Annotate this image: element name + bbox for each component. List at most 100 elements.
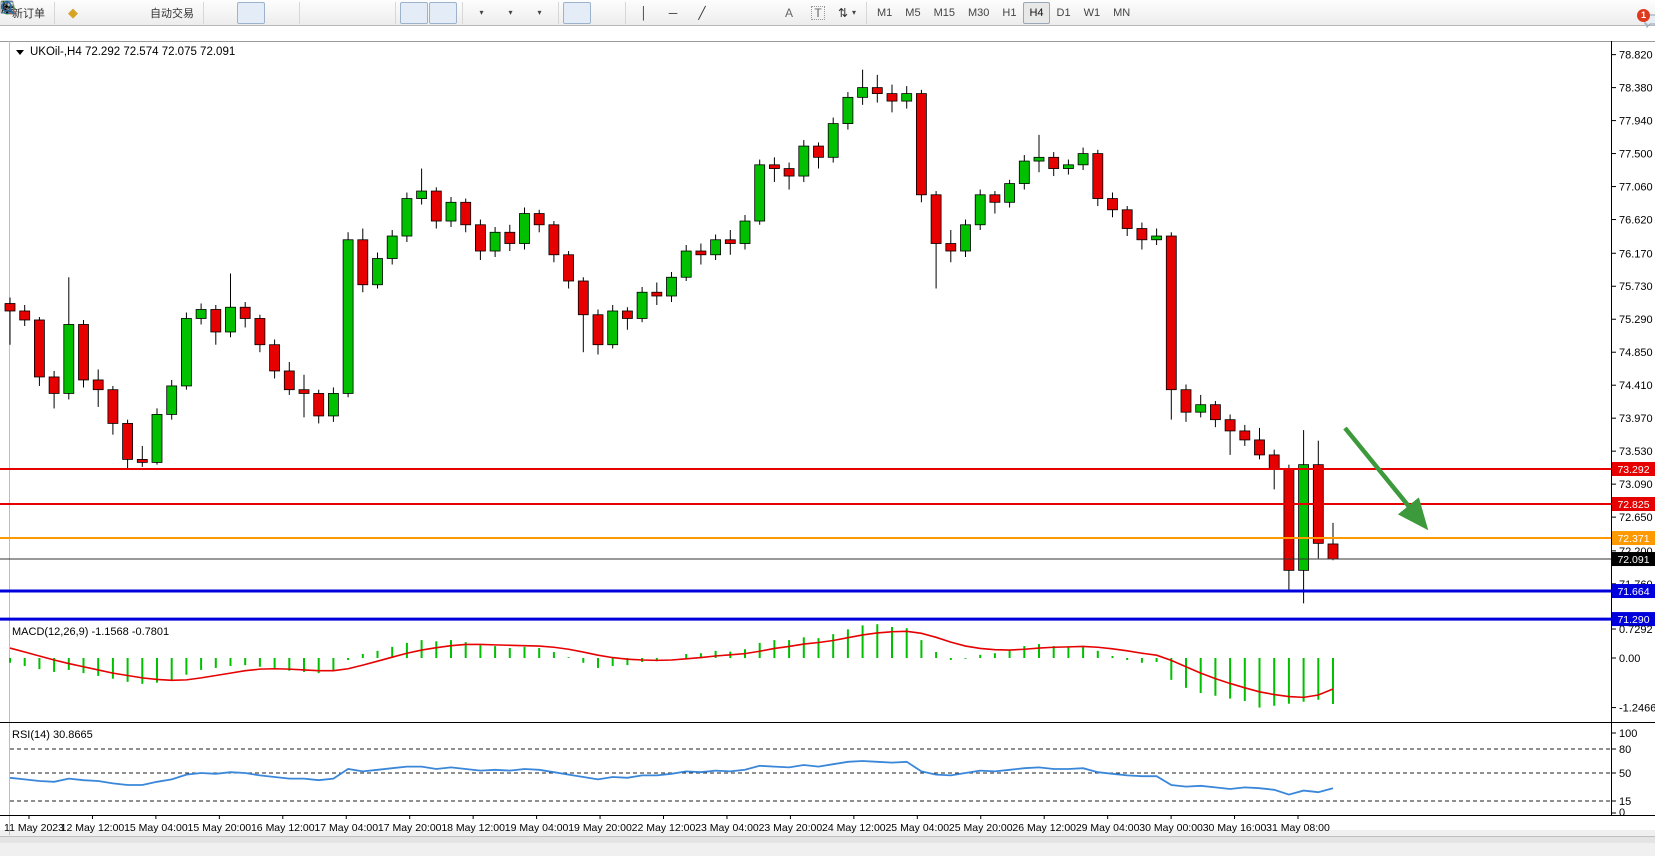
date-tick-label: 22 May 12:00 xyxy=(632,822,696,834)
periods-button[interactable]: ▾ xyxy=(496,2,524,24)
candle xyxy=(814,146,824,157)
price-tick-label: 75.290 xyxy=(1619,314,1653,326)
timeframe-m15[interactable]: M15 xyxy=(928,2,961,24)
candle xyxy=(1122,210,1132,229)
profile-button[interactable] xyxy=(88,2,116,24)
market-watch-button[interactable]: ◆ xyxy=(59,2,87,24)
candle xyxy=(946,244,956,251)
candle xyxy=(431,191,441,221)
candle xyxy=(475,225,485,251)
candle xyxy=(152,414,162,462)
fibonacci-button[interactable]: F xyxy=(746,2,774,24)
timeframe-h1[interactable]: H1 xyxy=(996,2,1022,24)
timeframe-mn[interactable]: MN xyxy=(1107,2,1136,24)
timeframe-d1[interactable]: D1 xyxy=(1051,2,1077,24)
timeframe-m1[interactable]: M1 xyxy=(871,2,898,24)
candlestick-chart-button[interactable] xyxy=(237,2,265,24)
candle xyxy=(314,393,324,415)
price-chart-canvas[interactable]: 78.82078.38077.94077.50077.06076.62076.1… xyxy=(0,26,1655,856)
crosshair-button[interactable] xyxy=(592,2,620,24)
candle xyxy=(211,309,221,331)
channel-button[interactable]: E xyxy=(717,2,745,24)
candle xyxy=(961,225,971,251)
candle xyxy=(740,221,750,243)
trendline-button[interactable]: ╱ xyxy=(688,2,716,24)
timeframe-m5[interactable]: M5 xyxy=(899,2,926,24)
autotrading-button[interactable]: 自动交易 xyxy=(146,2,198,24)
chart-title: UKOil-,H4 72.292 72.574 72.075 72.091 xyxy=(30,46,235,58)
zoom-out-button[interactable] xyxy=(333,2,361,24)
date-tick-label: 16 May 12:00 xyxy=(251,822,315,834)
vertical-line-button[interactable]: │ xyxy=(630,2,658,24)
candle xyxy=(226,307,236,332)
tile-windows-button[interactable] xyxy=(362,2,390,24)
bar-chart-button[interactable] xyxy=(208,2,236,24)
candle xyxy=(887,94,897,101)
date-tick-label: 17 May 20:00 xyxy=(378,822,442,834)
timeframe-w1[interactable]: W1 xyxy=(1078,2,1107,24)
date-tick-label: 30 May 16:00 xyxy=(1203,822,1267,834)
candle xyxy=(123,423,133,459)
date-tick-label: 30 May 00:00 xyxy=(1139,822,1203,834)
candle xyxy=(549,225,559,255)
date-tick-label: 24 May 12:00 xyxy=(822,822,886,834)
label-button[interactable]: T xyxy=(804,2,832,24)
candle xyxy=(902,94,912,101)
price-line-label: 71.664 xyxy=(1617,586,1649,598)
candle xyxy=(975,195,985,225)
label-icon: T xyxy=(811,6,824,20)
periods-caret-icon: ▾ xyxy=(508,8,512,17)
cursor-button[interactable] xyxy=(563,2,591,24)
new-order-label: 新订单 xyxy=(12,5,45,21)
line-chart-button[interactable] xyxy=(266,2,294,24)
candle xyxy=(711,240,721,255)
chart-shift-button[interactable] xyxy=(429,2,457,24)
date-tick-label: 18 May 12:00 xyxy=(441,822,505,834)
candle xyxy=(1152,236,1162,240)
candle xyxy=(1078,154,1088,165)
candle xyxy=(387,236,397,258)
candle xyxy=(446,202,456,221)
rsi-tick-label: 80 xyxy=(1619,744,1631,756)
price-tick-label: 74.410 xyxy=(1619,380,1653,392)
timeframe-m30[interactable]: M30 xyxy=(962,2,995,24)
candle xyxy=(1240,431,1250,440)
templates-button[interactable]: ▾ xyxy=(525,2,553,24)
candle xyxy=(1093,154,1103,199)
candle xyxy=(1181,390,1191,412)
timeframe-h4[interactable]: H4 xyxy=(1023,2,1049,24)
signals-button[interactable] xyxy=(117,2,145,24)
candle xyxy=(181,318,191,385)
horizontal-line-button[interactable]: ─ xyxy=(659,2,687,24)
candle xyxy=(784,169,794,176)
price-line-label: 72.091 xyxy=(1617,554,1649,566)
candle xyxy=(681,251,691,277)
search-icon[interactable] xyxy=(0,0,16,16)
candle xyxy=(1019,161,1029,183)
candle xyxy=(93,380,103,390)
autotrading-label: 自动交易 xyxy=(150,5,194,21)
date-tick-label: 12 May 12:00 xyxy=(61,822,125,834)
date-tick-label: 17 May 04:00 xyxy=(314,822,378,834)
candle xyxy=(696,251,706,255)
candle xyxy=(505,232,515,243)
candle xyxy=(755,165,765,221)
timeframe-group: M1 M5 M15 M30 H1 H4 D1 W1 MN xyxy=(866,2,1140,24)
candle xyxy=(1108,199,1118,210)
candle xyxy=(299,390,309,394)
candle xyxy=(667,277,677,296)
candle xyxy=(108,390,118,424)
text-button[interactable]: A xyxy=(775,2,803,24)
date-tick-label: 26 May 12:00 xyxy=(1012,822,1076,834)
candle xyxy=(1210,405,1220,420)
shapes-button[interactable]: ⇅ ▾ xyxy=(833,2,861,24)
candle xyxy=(1225,420,1235,431)
price-tick-label: 76.620 xyxy=(1619,215,1653,227)
indicators-button[interactable]: ▾ xyxy=(467,2,495,24)
candle xyxy=(196,309,206,318)
candle xyxy=(1049,157,1059,168)
candle xyxy=(461,202,471,224)
auto-scroll-button[interactable] xyxy=(400,2,428,24)
date-axis: 11 May 202312 May 12:0015 May 04:0015 Ma… xyxy=(4,815,1330,834)
zoom-in-button[interactable] xyxy=(304,2,332,24)
